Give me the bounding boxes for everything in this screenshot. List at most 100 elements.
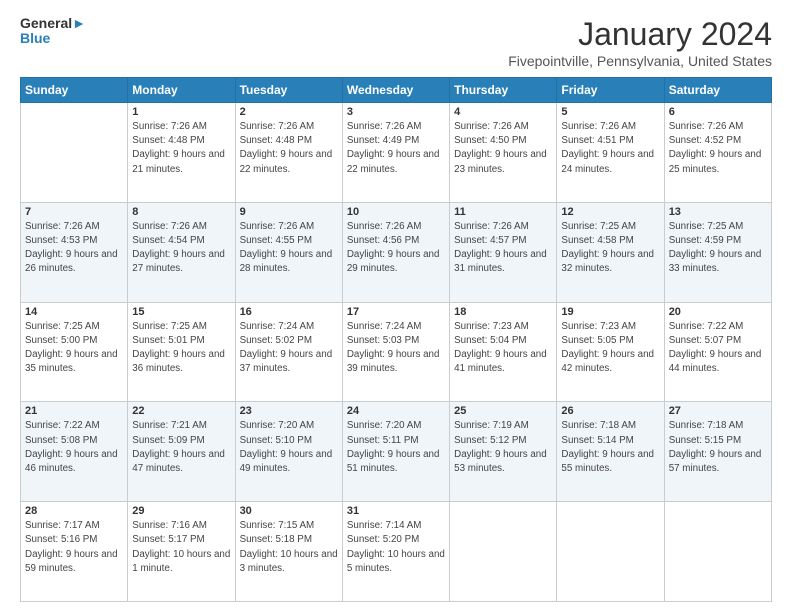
table-row: 5 Sunrise: 7:26 AMSunset: 4:51 PMDayligh… (557, 103, 664, 203)
table-row: 21 Sunrise: 7:22 AMSunset: 5:08 PMDaylig… (21, 402, 128, 502)
month-title: January 2024 (508, 16, 772, 53)
day-number: 23 (240, 405, 338, 417)
table-row: 12 Sunrise: 7:25 AMSunset: 4:58 PMDaylig… (557, 202, 664, 302)
day-detail: Sunrise: 7:23 AMSunset: 5:04 PMDaylight:… (454, 320, 552, 377)
table-row: 15 Sunrise: 7:25 AMSunset: 5:01 PMDaylig… (128, 302, 235, 402)
day-number: 24 (347, 405, 445, 417)
table-row (664, 502, 771, 602)
day-number: 29 (132, 505, 230, 517)
day-number: 3 (347, 106, 445, 118)
day-detail: Sunrise: 7:26 AMSunset: 4:48 PMDaylight:… (240, 120, 338, 177)
page: General► Blue January 2024 Fivepointvill… (0, 0, 792, 612)
day-number: 1 (132, 106, 230, 118)
day-detail: Sunrise: 7:24 AMSunset: 5:02 PMDaylight:… (240, 320, 338, 377)
day-detail: Sunrise: 7:18 AMSunset: 5:14 PMDaylight:… (561, 419, 659, 476)
day-number: 22 (132, 405, 230, 417)
table-row: 6 Sunrise: 7:26 AMSunset: 4:52 PMDayligh… (664, 103, 771, 203)
day-number: 7 (25, 206, 123, 218)
day-number: 21 (25, 405, 123, 417)
col-thursday: Thursday (450, 78, 557, 103)
day-number: 28 (25, 505, 123, 517)
table-row: 31 Sunrise: 7:14 AMSunset: 5:20 PMDaylig… (342, 502, 449, 602)
day-detail: Sunrise: 7:25 AMSunset: 5:00 PMDaylight:… (25, 320, 123, 377)
table-row: 13 Sunrise: 7:25 AMSunset: 4:59 PMDaylig… (664, 202, 771, 302)
table-row: 25 Sunrise: 7:19 AMSunset: 5:12 PMDaylig… (450, 402, 557, 502)
col-saturday: Saturday (664, 78, 771, 103)
table-row: 14 Sunrise: 7:25 AMSunset: 5:00 PMDaylig… (21, 302, 128, 402)
week-row-0: 1 Sunrise: 7:26 AMSunset: 4:48 PMDayligh… (21, 103, 772, 203)
day-detail: Sunrise: 7:15 AMSunset: 5:18 PMDaylight:… (240, 519, 338, 576)
day-detail: Sunrise: 7:26 AMSunset: 4:50 PMDaylight:… (454, 120, 552, 177)
day-detail: Sunrise: 7:26 AMSunset: 4:48 PMDaylight:… (132, 120, 230, 177)
table-row: 22 Sunrise: 7:21 AMSunset: 5:09 PMDaylig… (128, 402, 235, 502)
day-detail: Sunrise: 7:26 AMSunset: 4:52 PMDaylight:… (669, 120, 767, 177)
week-row-4: 28 Sunrise: 7:17 AMSunset: 5:16 PMDaylig… (21, 502, 772, 602)
day-detail: Sunrise: 7:19 AMSunset: 5:12 PMDaylight:… (454, 419, 552, 476)
day-number: 13 (669, 206, 767, 218)
day-detail: Sunrise: 7:25 AMSunset: 4:59 PMDaylight:… (669, 220, 767, 277)
day-number: 19 (561, 306, 659, 318)
day-number: 27 (669, 405, 767, 417)
day-detail: Sunrise: 7:24 AMSunset: 5:03 PMDaylight:… (347, 320, 445, 377)
day-number: 12 (561, 206, 659, 218)
day-number: 14 (25, 306, 123, 318)
table-row: 29 Sunrise: 7:16 AMSunset: 5:17 PMDaylig… (128, 502, 235, 602)
table-row (450, 502, 557, 602)
day-number: 18 (454, 306, 552, 318)
calendar-table: Sunday Monday Tuesday Wednesday Thursday… (20, 77, 772, 602)
day-number: 10 (347, 206, 445, 218)
table-row: 26 Sunrise: 7:18 AMSunset: 5:14 PMDaylig… (557, 402, 664, 502)
week-row-3: 21 Sunrise: 7:22 AMSunset: 5:08 PMDaylig… (21, 402, 772, 502)
location: Fivepointville, Pennsylvania, United Sta… (508, 53, 772, 69)
col-monday: Monday (128, 78, 235, 103)
day-detail: Sunrise: 7:20 AMSunset: 5:10 PMDaylight:… (240, 419, 338, 476)
col-tuesday: Tuesday (235, 78, 342, 103)
table-row: 1 Sunrise: 7:26 AMSunset: 4:48 PMDayligh… (128, 103, 235, 203)
day-detail: Sunrise: 7:23 AMSunset: 5:05 PMDaylight:… (561, 320, 659, 377)
table-row (557, 502, 664, 602)
table-row: 7 Sunrise: 7:26 AMSunset: 4:53 PMDayligh… (21, 202, 128, 302)
table-row: 20 Sunrise: 7:22 AMSunset: 5:07 PMDaylig… (664, 302, 771, 402)
day-number: 25 (454, 405, 552, 417)
table-row: 4 Sunrise: 7:26 AMSunset: 4:50 PMDayligh… (450, 103, 557, 203)
day-number: 17 (347, 306, 445, 318)
day-detail: Sunrise: 7:14 AMSunset: 5:20 PMDaylight:… (347, 519, 445, 576)
col-friday: Friday (557, 78, 664, 103)
table-row: 10 Sunrise: 7:26 AMSunset: 4:56 PMDaylig… (342, 202, 449, 302)
day-detail: Sunrise: 7:22 AMSunset: 5:08 PMDaylight:… (25, 419, 123, 476)
col-wednesday: Wednesday (342, 78, 449, 103)
table-row (21, 103, 128, 203)
col-sunday: Sunday (21, 78, 128, 103)
day-detail: Sunrise: 7:26 AMSunset: 4:51 PMDaylight:… (561, 120, 659, 177)
header-row: Sunday Monday Tuesday Wednesday Thursday… (21, 78, 772, 103)
table-row: 2 Sunrise: 7:26 AMSunset: 4:48 PMDayligh… (235, 103, 342, 203)
table-row: 11 Sunrise: 7:26 AMSunset: 4:57 PMDaylig… (450, 202, 557, 302)
table-row: 30 Sunrise: 7:15 AMSunset: 5:18 PMDaylig… (235, 502, 342, 602)
day-detail: Sunrise: 7:25 AMSunset: 4:58 PMDaylight:… (561, 220, 659, 277)
table-row: 28 Sunrise: 7:17 AMSunset: 5:16 PMDaylig… (21, 502, 128, 602)
day-number: 26 (561, 405, 659, 417)
day-detail: Sunrise: 7:18 AMSunset: 5:15 PMDaylight:… (669, 419, 767, 476)
day-detail: Sunrise: 7:17 AMSunset: 5:16 PMDaylight:… (25, 519, 123, 576)
day-number: 16 (240, 306, 338, 318)
table-row: 16 Sunrise: 7:24 AMSunset: 5:02 PMDaylig… (235, 302, 342, 402)
day-number: 15 (132, 306, 230, 318)
table-row: 9 Sunrise: 7:26 AMSunset: 4:55 PMDayligh… (235, 202, 342, 302)
day-detail: Sunrise: 7:26 AMSunset: 4:56 PMDaylight:… (347, 220, 445, 277)
table-row: 18 Sunrise: 7:23 AMSunset: 5:04 PMDaylig… (450, 302, 557, 402)
day-detail: Sunrise: 7:26 AMSunset: 4:57 PMDaylight:… (454, 220, 552, 277)
title-block: January 2024 Fivepointville, Pennsylvani… (508, 16, 772, 69)
day-number: 30 (240, 505, 338, 517)
day-detail: Sunrise: 7:22 AMSunset: 5:07 PMDaylight:… (669, 320, 767, 377)
table-row: 19 Sunrise: 7:23 AMSunset: 5:05 PMDaylig… (557, 302, 664, 402)
header: General► Blue January 2024 Fivepointvill… (20, 16, 772, 69)
day-number: 8 (132, 206, 230, 218)
table-row: 8 Sunrise: 7:26 AMSunset: 4:54 PMDayligh… (128, 202, 235, 302)
day-detail: Sunrise: 7:26 AMSunset: 4:55 PMDaylight:… (240, 220, 338, 277)
week-row-2: 14 Sunrise: 7:25 AMSunset: 5:00 PMDaylig… (21, 302, 772, 402)
week-row-1: 7 Sunrise: 7:26 AMSunset: 4:53 PMDayligh… (21, 202, 772, 302)
table-row: 27 Sunrise: 7:18 AMSunset: 5:15 PMDaylig… (664, 402, 771, 502)
day-number: 2 (240, 106, 338, 118)
table-row: 17 Sunrise: 7:24 AMSunset: 5:03 PMDaylig… (342, 302, 449, 402)
table-row: 24 Sunrise: 7:20 AMSunset: 5:11 PMDaylig… (342, 402, 449, 502)
